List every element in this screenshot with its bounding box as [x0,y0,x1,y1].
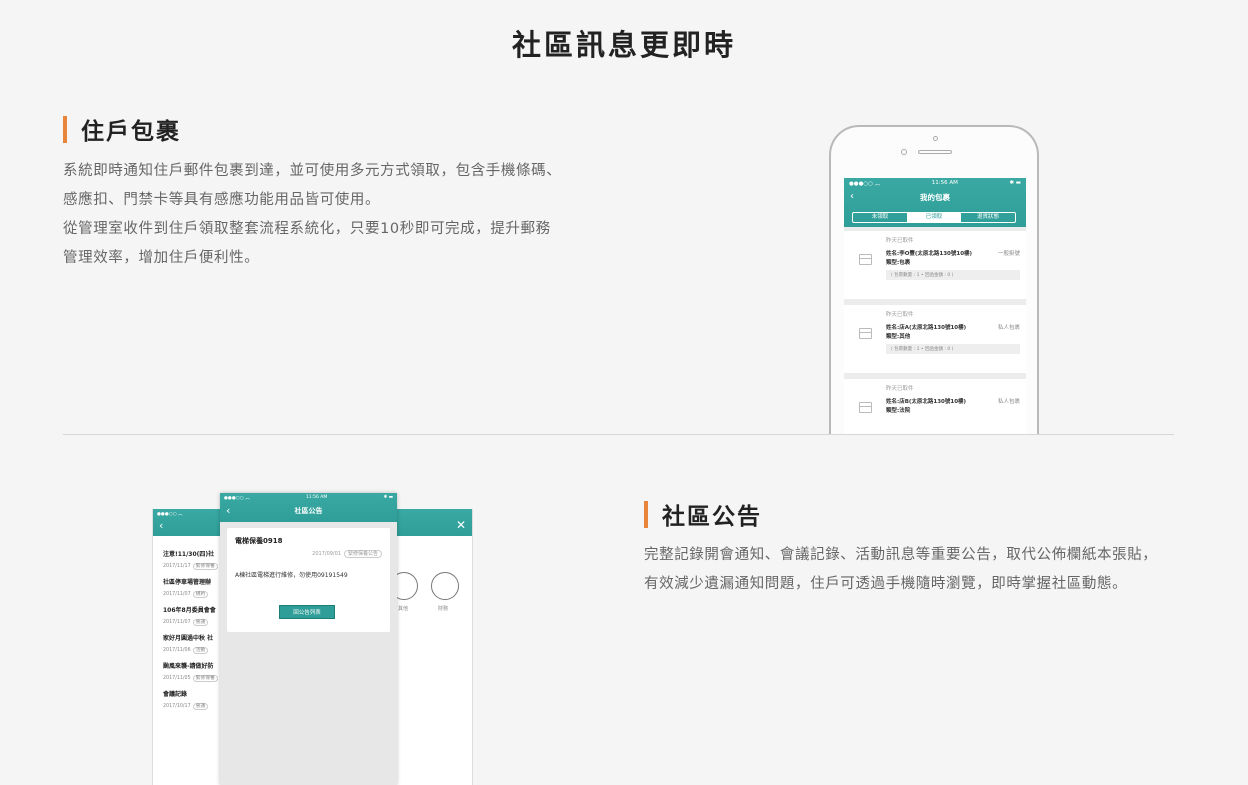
announcement-title: 電梯保養0918 [235,537,283,545]
package-type: 類型:包裹 [886,260,911,266]
mail-type-tag: 私人包裹 [997,399,1020,405]
pickup-time: 昨天已取件 [886,238,914,244]
tab-unclaimed[interactable]: 未領取 [853,213,907,222]
announcement-tag: 緊修保養公告 [343,550,382,558]
screen-title: 社區公告 [294,507,323,515]
section-description-announcements: 完整記錄開會通知、會議記錄、活動訊息等重要公告，取代公佈欄紙本張貼，有效減少遺漏… [644,541,1164,599]
tab-claimed[interactable]: 已領取 [907,213,961,222]
phone-mockup-list: ●●●○○ ︵ ‹ 注意!11/30(四)社 2017/11/17 緊修保養 社區… [152,509,222,785]
status-time: 11:56 AM [931,180,958,186]
finance-chart-icon[interactable] [431,572,459,600]
notice-tag: 會議 [192,703,209,710]
notice-title: 106年8月委員會會 [163,607,216,614]
notice-date: 2017/11/07 [163,592,191,597]
package-box-icon [859,254,872,265]
speaker-slot [918,150,952,154]
pickup-time: 昨天已取件 [886,386,914,392]
package-type: 類型:法院 [886,408,911,414]
phone-screen: ●●●○○ ︵ 11:56 AM ✱ ▬ 我的包裹 ‹ 未領取 已領取 退貨狀態… [844,178,1026,435]
signal-icon: ●●●○○ ︵ [224,496,250,501]
signal-icon: ●●●○○ ︵ [849,181,881,187]
finance-label: 財務 [438,606,449,612]
title-accent-bar [644,500,648,528]
notice-tag: 規約 [192,591,209,598]
package-meta: ( 包裹數量 : 1 • 回函金額 : 0 ) [886,270,1020,280]
app-header: ●●●○○ ︵ ‹ [153,509,222,536]
package-card[interactable]: 昨天已取件 姓名:店B(太原北路130號10樓) 私人包裹 類型:法院 [844,379,1026,435]
phone-mockup-menu: ✕ 其他 財務 [393,509,473,785]
page-title: 社區訊息更即時 [511,28,736,62]
section-title-text: 住戶包裹 [81,119,181,145]
notice-date: 2017/11/07 [163,620,191,625]
list-item[interactable]: 社區停車場管理辦 2017/11/07 規約 [153,572,222,600]
notice-date: 2017/10/17 [163,704,191,709]
notice-title: 會議記錄 [163,691,188,698]
package-box-icon [859,328,872,339]
mail-type-tag: 一般掛號 [997,251,1020,257]
recipient-name: 姓名:店B(太原北路130號10樓) [886,399,967,405]
notice-title: 社區停車場管理辦 [163,579,212,586]
package-meta: ( 包裹數量 : 1 • 回函金額 : 0 ) [886,344,1020,354]
announcement-body: A棟社區電梯進行維修，勿使用09191549 [235,572,348,579]
other-label: 其他 [398,606,409,612]
notice-title: 颱風來襲-請做好防 [163,663,214,670]
screen-title: 我的包裹 [920,193,950,202]
notice-tag: 會議 [192,619,209,626]
section-divider [63,434,1174,435]
package-card[interactable]: 昨天已取件 姓名:店A(太原北路130號10樓) 私人包裹 類型:其他 ( 包裹數… [844,305,1026,373]
notice-tag: 活動 [192,647,209,654]
phone-mockup-packages: ●●●○○ ︵ 11:56 AM ✱ ▬ 我的包裹 ‹ 未領取 已領取 退貨狀態… [829,125,1039,435]
close-icon[interactable]: ✕ [456,518,466,532]
back-arrow-icon[interactable]: ‹ [159,519,163,532]
app-header: ✕ [393,509,472,536]
battery-icon: ✱ ▬ [383,495,393,500]
battery-icon: ✱ ▬ [1009,180,1021,186]
notice-tag: 緊修保養 [192,563,218,570]
signal-icon: ●●●○○ ︵ [157,512,183,517]
mail-type-tag: 私人包裹 [997,325,1020,331]
status-bar: ●●●○○ ︵ 11:56 AM ✱ ▬ [844,178,1026,188]
list-item[interactable]: 106年8月委員會會 2017/11/07 會議 [153,600,222,628]
list-item[interactable]: 注意!11/30(四)社 2017/11/17 緊修保養 [153,544,222,572]
back-to-list-button[interactable]: 回公告列表 [279,605,335,619]
paragraph: 從管理室收件到住戶領取整套流程系統化，只要10秒即可完成，提升郵務管理效率，增加… [63,221,551,266]
paragraph: 完整記錄開會通知、會議記錄、活動訊息等重要公告，取代公佈欄紙本張貼，有效減少遺漏… [644,547,1158,592]
camera-dot [933,136,938,141]
status-time: 11:56 AM [305,495,328,500]
pickup-time: 昨天已取件 [886,312,914,318]
notice-tag: 緊修保養 [192,675,218,682]
list-item[interactable]: 會議記錄 2017/10/17 會議 [153,684,222,712]
announcement-card: 電梯保養0918 2017/09/01 緊修保養公告 A棟社區電梯進行維修，勿使用… [227,528,390,632]
notice-date: 2017/11/06 [163,648,191,653]
app-header: ●●●○○ ︵ 11:56 AM ✱ ▬ 我的包裹 ‹ 未領取 已領取 退貨狀態 [844,178,1026,227]
package-card[interactable]: 昨天已取件 姓名:李O豐(太原北路130號10樓) 一般掛號 類型:包裹 ( 包裹… [844,231,1026,299]
tab-returns[interactable]: 退貨狀態 [961,213,1015,222]
phone-mockup-announcement: ●●●○○ ︵ 11:56 AM ✱ ▬ 社區公告 ‹ 電梯保養0918 201… [220,493,397,785]
title-accent-bar [63,115,67,143]
section-title-text: 社區公告 [662,504,762,530]
section-description-packages: 系統即時通知住戶郵件包裹到達，並可使用多元方式領取，包含手機條碼、感應扣、門禁卡… [63,157,563,273]
recipient-name: 姓名:店A(太原北路130號10樓) [886,325,967,331]
notice-date: 2017/11/17 [163,564,191,569]
back-arrow-icon[interactable]: ‹ [226,504,230,517]
notice-title: 注意!11/30(四)社 [163,551,215,558]
notice-date: 2017/11/05 [163,676,191,681]
section-title-packages: 住戶包裹 [63,112,181,146]
recipient-name: 姓名:李O豐(太原北路130號10樓) [886,251,973,257]
package-box-icon [859,402,872,413]
list-item[interactable]: 颱風來襲-請做好防 2017/11/05 緊修保養 [153,656,222,684]
package-type: 類型:其他 [886,334,911,340]
announcement-date: 2017/09/01 [312,551,341,557]
section-title-announcements: 社區公告 [644,497,762,531]
notice-title: 家好月圓過中秋 社 [163,635,214,642]
list-item[interactable]: 家好月圓過中秋 社 2017/11/06 活動 [153,628,222,656]
package-tabs: 未領取 已領取 退貨狀態 [852,212,1016,223]
sensor-dot [901,149,907,155]
app-header: ●●●○○ ︵ 11:56 AM ✱ ▬ 社區公告 ‹ [220,493,397,522]
back-arrow-icon[interactable]: ‹ [850,191,854,202]
status-bar: ●●●○○ ︵ 11:56 AM ✱ ▬ [220,493,397,503]
paragraph: 系統即時通知住戶郵件包裹到達，並可使用多元方式領取，包含手機條碼、感應扣、門禁卡… [63,163,562,208]
